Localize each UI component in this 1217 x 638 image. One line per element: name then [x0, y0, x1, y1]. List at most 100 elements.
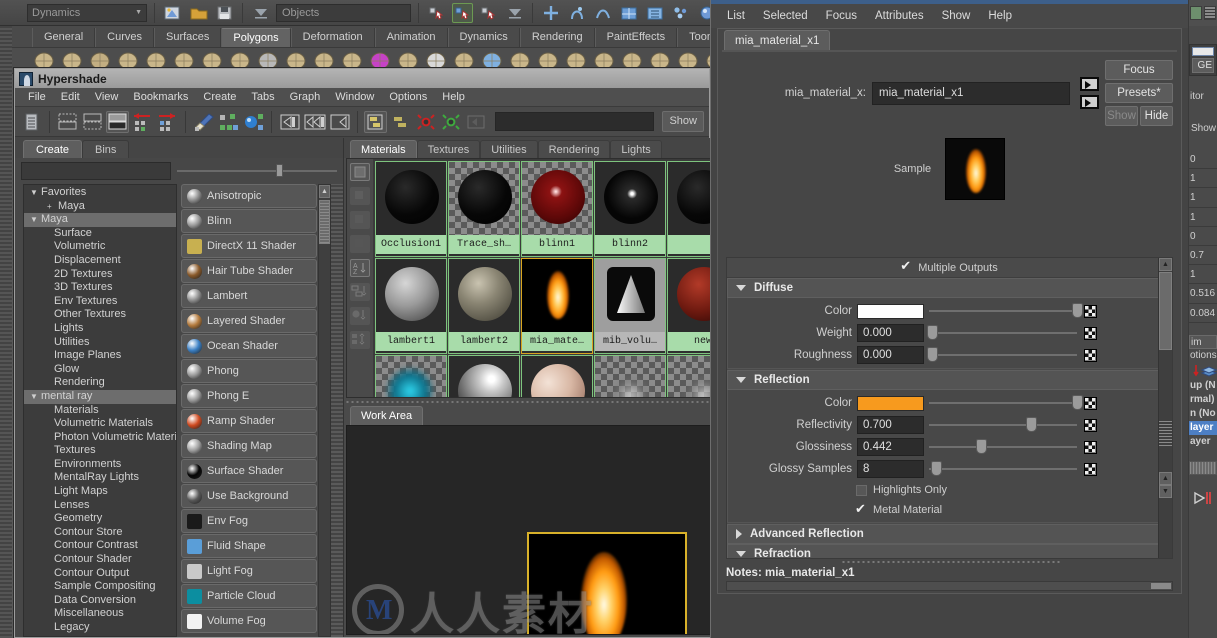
multiple-outputs-row[interactable]: Multiple Outputs [727, 258, 1172, 278]
display-layer-item-4[interactable]: ayer [1189, 435, 1217, 449]
tree-item-environments[interactable]: Environments [24, 458, 176, 472]
attr-value-1[interactable]: 1 [1189, 169, 1217, 189]
menu-create[interactable]: Create [196, 90, 243, 104]
create-node-particle-cloud[interactable]: Particle Cloud [181, 584, 317, 608]
shelf-tab-curves[interactable]: Curves [95, 28, 154, 47]
tab-create[interactable]: Create [23, 140, 83, 158]
browser-tab-textures[interactable]: Textures [416, 140, 481, 158]
display-layer-item-0[interactable]: up (N [1189, 379, 1217, 393]
create-node-ocean-shader[interactable]: Ocean Shader [181, 334, 317, 358]
create-node-volume-fog[interactable]: Volume Fog [181, 609, 317, 633]
tab-bins[interactable]: Bins [82, 140, 130, 158]
attribute-list-icon[interactable] [1204, 6, 1216, 20]
input-connections-icon[interactable] [131, 111, 154, 133]
tree-item-3d-textures[interactable]: 3D Textures [24, 281, 176, 295]
show-tree-view-icon[interactable] [364, 110, 387, 133]
slider-knob[interactable] [1072, 303, 1083, 318]
create-node-shading-map[interactable]: Shading Map [181, 434, 317, 458]
graph-input-icon[interactable] [278, 111, 301, 133]
create-node-fluid-shape[interactable]: Fluid Shape [181, 534, 317, 558]
attr-checkbox-row-metal-material[interactable]: Metal Material [728, 500, 1171, 520]
sort-by-time-icon[interactable] [350, 307, 370, 325]
menu-window[interactable]: Window [328, 90, 381, 104]
output-connection-icon[interactable] [1080, 95, 1099, 109]
multiple-outputs-checkbox[interactable] [900, 258, 912, 274]
material-swatch-blinn1[interactable]: blinn1 [521, 161, 593, 257]
material-swatch-lambert1[interactable]: lambert1 [375, 258, 447, 354]
output-connections-icon[interactable] [156, 111, 179, 133]
display-layer-list[interactable]: up (N rmal) n (No layer ayer [1189, 379, 1217, 449]
attr-input-diffuse-roughness[interactable]: 0.000 [857, 346, 924, 364]
tree-item-rendering[interactable]: Rendering [24, 376, 176, 390]
menu-tabs[interactable]: Tabs [244, 90, 281, 104]
create-node-scrollbar[interactable]: ▲ [318, 184, 331, 637]
slider-knob[interactable] [276, 164, 284, 177]
tree-item-miscellaneous[interactable]: Miscellaneous [24, 607, 176, 621]
rearrange-graph-icon[interactable] [217, 111, 240, 133]
shelf-tab-surfaces[interactable]: Surfaces [153, 28, 222, 47]
show-button[interactable]: Show [1105, 106, 1138, 126]
tree-item-utilities[interactable]: Utilities [24, 336, 176, 350]
attr-value-5[interactable]: 0.7 [1189, 245, 1217, 266]
tree-item-other-textures[interactable]: Other Textures [24, 308, 176, 322]
snap-to-view-plane-icon[interactable] [618, 3, 639, 23]
snap-to-curve-icon[interactable] [566, 3, 587, 23]
node-tab[interactable]: mia_material_x1 [724, 30, 831, 50]
hide-button[interactable]: Hide [1140, 106, 1173, 126]
attr-map-button-diffuse-roughness[interactable] [1084, 348, 1097, 362]
swatch-size-tiny-icon[interactable] [350, 235, 370, 253]
panel-splitter[interactable] [346, 398, 742, 405]
create-node-list[interactable]: Anisotropic Blinn DirectX 11 Shader Hair Tu… [181, 184, 331, 637]
create-node-light-fog[interactable]: Light Fog [181, 559, 317, 583]
snap-to-point-icon[interactable] [592, 3, 613, 23]
show-both-tabs-icon[interactable] [106, 110, 129, 133]
tree-item-mental-ray[interactable]: ▼ mental ray [24, 389, 176, 404]
timeline-scrub[interactable] [1189, 460, 1217, 475]
tree-item-volumetric[interactable]: Volumetric [24, 240, 176, 254]
input-connection-icon[interactable] [1080, 77, 1099, 91]
presets-button[interactable]: Presets* [1105, 83, 1173, 103]
attr-value-6[interactable]: 1 [1189, 265, 1217, 285]
material-swatch-occlusion1[interactable]: Occlusion1 [375, 161, 447, 257]
menu-options[interactable]: Options [382, 90, 434, 104]
render-settings-icon[interactable] [670, 3, 691, 23]
tree-item-contour-shader[interactable]: Contour Shader [24, 553, 176, 567]
attr-map-button-reflection-reflectivity[interactable] [1084, 418, 1097, 432]
hypershade-title-bar[interactable]: Hypershade [15, 69, 709, 88]
graph-output-icon[interactable] [328, 111, 351, 133]
slider-knob[interactable] [926, 347, 938, 362]
menu-edit[interactable]: Edit [54, 90, 87, 104]
attr-map-button-diffuse-weight[interactable] [1084, 326, 1097, 340]
scroll-up-arrow[interactable]: ▲ [319, 185, 330, 198]
clear-graph-icon[interactable] [20, 111, 43, 133]
attr-value-8[interactable]: 0.084 [1189, 303, 1217, 323]
scrollbar-thumb[interactable] [319, 200, 330, 244]
menu-help[interactable]: Help [435, 90, 472, 104]
slider-knob[interactable] [931, 461, 943, 476]
display-layer-item-3[interactable]: layer [1189, 420, 1217, 435]
section-header-reflection[interactable]: Reflection [727, 370, 1172, 390]
anim-tab[interactable]: im [1189, 334, 1217, 349]
work-area-node-mia-material[interactable] [527, 532, 687, 634]
tree-item-contour-output[interactable]: Contour Output [24, 567, 176, 581]
hide-tree-view-icon[interactable] [389, 111, 412, 133]
selection-mask-icon[interactable] [250, 3, 271, 23]
tree-item-favorites[interactable]: ▼ Favorites [24, 186, 176, 200]
material-swatch-12[interactable] [521, 355, 593, 397]
ae-menu-list[interactable]: List [719, 8, 753, 24]
browser-tab-materials[interactable]: Materials [350, 140, 417, 158]
tree-item-2d-textures[interactable]: 2D Textures [24, 268, 176, 282]
menu-graph[interactable]: Graph [283, 90, 328, 104]
tree-item-lights[interactable]: Lights [24, 322, 176, 336]
open-scene-icon[interactable] [188, 3, 209, 23]
tree-item-data-conversion[interactable]: Data Conversion [24, 594, 176, 608]
tree-item-maya[interactable]: ▼ Maya [24, 213, 176, 227]
sample-swatch[interactable] [945, 138, 1006, 200]
material-swatch-mia_mate[interactable]: mia_mate… [521, 258, 593, 354]
snap-to-grid-icon[interactable] [540, 3, 561, 23]
create-node-ramp-shader[interactable]: Ramp Shader [181, 409, 317, 433]
attr-value-7[interactable]: 0.516 [1189, 284, 1217, 304]
section-header-refraction[interactable]: Refraction [727, 544, 1172, 558]
attr-map-button-reflection-glossiness[interactable] [1084, 440, 1097, 454]
material-swatch-10[interactable] [375, 355, 447, 397]
